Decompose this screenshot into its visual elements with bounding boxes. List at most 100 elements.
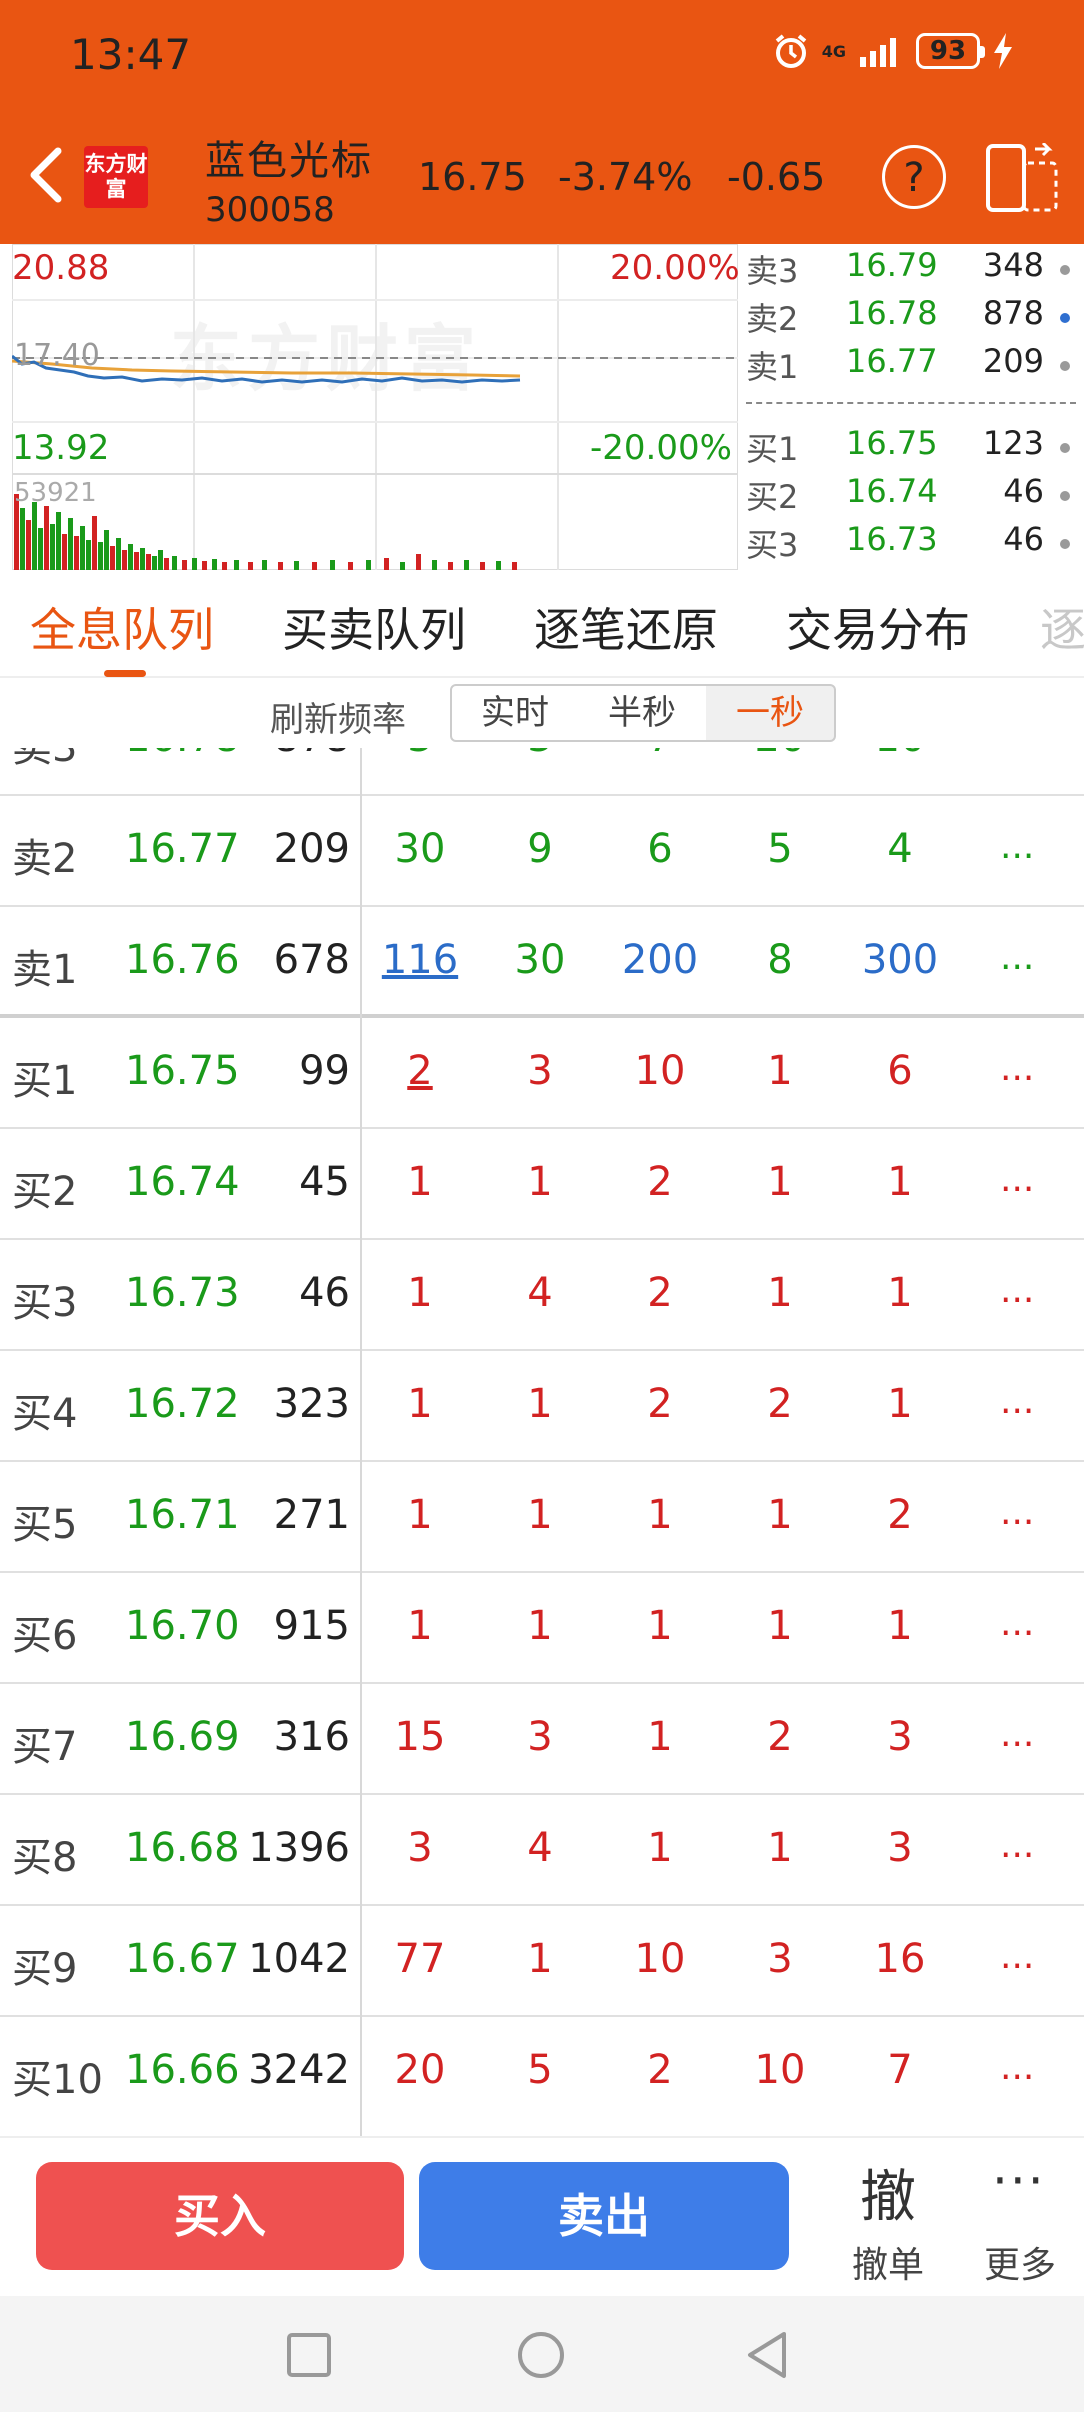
queue-order[interactable]: 1 — [720, 1270, 840, 1316]
queue-more[interactable]: ... — [1000, 1936, 1034, 1977]
queue-order[interactable]: 200 — [600, 937, 720, 983]
queue-more[interactable]: ... — [1000, 826, 1034, 867]
queue-order[interactable]: 7 — [840, 2047, 960, 2093]
queue-order[interactable]: 4 — [480, 1270, 600, 1316]
queue-order[interactable]: 8 — [720, 937, 840, 983]
queue-order[interactable]: 2 — [360, 1048, 480, 1094]
queue-row[interactable]: 买3 16.73 46 1 4 2 1 1 ... — [0, 1240, 1084, 1351]
queue-table[interactable]: 卖3 16.78 878 3 3 7 20 10 ... 卖2 16.77 20… — [0, 748, 1084, 2136]
queue-order[interactable]: 1 — [600, 1714, 720, 1760]
queue-order[interactable]: 5 — [480, 2047, 600, 2093]
queue-order[interactable]: 1 — [360, 1492, 480, 1538]
queue-order[interactable]: 1 — [360, 1270, 480, 1316]
queue-order[interactable]: 16 — [840, 1936, 960, 1982]
queue-order[interactable]: 1 — [720, 1825, 840, 1871]
queue-order[interactable]: 1 — [480, 1381, 600, 1427]
queue-more[interactable]: ... — [1000, 2047, 1034, 2088]
queue-order[interactable]: 3 — [480, 1048, 600, 1094]
queue-row[interactable]: 买4 16.72 323 1 1 2 2 1 ... — [0, 1351, 1084, 1462]
sell-button[interactable]: 卖出 — [419, 2162, 789, 2270]
recents-square-icon[interactable] — [286, 2332, 332, 2378]
queue-order[interactable]: 1 — [600, 1825, 720, 1871]
home-circle-icon[interactable] — [516, 2330, 566, 2380]
queue-order[interactable]: 1 — [720, 1603, 840, 1649]
help-icon[interactable]: ? — [882, 145, 946, 209]
queue-order[interactable]: 5 — [720, 826, 840, 872]
queue-more[interactable]: ... — [1000, 1048, 1034, 1089]
queue-order[interactable]: 4 — [480, 1825, 600, 1871]
queue-order[interactable]: 300 — [840, 937, 960, 983]
queue-order[interactable]: 1 — [360, 1159, 480, 1205]
queue-order[interactable]: 10 — [720, 2047, 840, 2093]
queue-more[interactable]: ... — [1000, 1714, 1034, 1755]
queue-order[interactable]: 116 — [360, 937, 480, 983]
queue-order[interactable]: 15 — [360, 1714, 480, 1760]
queue-order[interactable]: 2 — [600, 1270, 720, 1316]
queue-order[interactable]: 20 — [720, 748, 840, 761]
queue-more[interactable]: ... — [1000, 1825, 1034, 1866]
queue-order[interactable]: 2 — [600, 2047, 720, 2093]
queue-order[interactable]: 3 — [360, 748, 480, 761]
queue-order[interactable]: 4 — [840, 826, 960, 872]
tab-tick-replay[interactable]: 逐笔还原 — [534, 594, 718, 660]
queue-more[interactable]: ... — [1000, 1159, 1034, 1200]
queue-more[interactable]: ... — [1000, 937, 1034, 978]
tab-full-queue[interactable]: 全息队列 — [30, 594, 214, 660]
order-book-ask-row[interactable]: 卖1 16.77 209 — [746, 342, 1084, 388]
queue-order[interactable]: 1 — [840, 1270, 960, 1316]
queue-order[interactable]: 1 — [840, 1603, 960, 1649]
refresh-option-one-second[interactable]: 一秒 — [706, 684, 836, 742]
queue-order[interactable]: 6 — [600, 826, 720, 872]
queue-order[interactable]: 1 — [480, 1492, 600, 1538]
queue-more[interactable]: ... — [1000, 1603, 1034, 1644]
refresh-option-realtime[interactable]: 实时 — [450, 684, 580, 742]
queue-order[interactable]: 2 — [840, 1492, 960, 1538]
queue-order[interactable]: 1 — [480, 1603, 600, 1649]
queue-row[interactable]: 买8 16.68 1396 3 4 1 1 3 ... — [0, 1795, 1084, 1906]
order-book-bid-row[interactable]: 买3 16.73 46 — [746, 520, 1084, 566]
buy-button[interactable]: 买入 — [36, 2162, 404, 2270]
stock-name[interactable]: 蓝色光标 — [205, 128, 373, 186]
order-book-ask-row[interactable]: 卖2 16.78 878 — [746, 294, 1084, 340]
back-arrow-icon[interactable] — [22, 145, 72, 205]
queue-order[interactable]: 1 — [720, 1492, 840, 1538]
queue-order[interactable]: 3 — [480, 1714, 600, 1760]
tab-bid-ask-queue[interactable]: 买卖队列 — [282, 594, 466, 660]
queue-more[interactable]: ... — [1000, 1270, 1034, 1311]
queue-order[interactable]: 2 — [720, 1381, 840, 1427]
queue-order[interactable]: 3 — [840, 1714, 960, 1760]
queue-order[interactable]: 1 — [360, 1381, 480, 1427]
queue-order[interactable]: 1 — [840, 1159, 960, 1205]
order-book-bid-row[interactable]: 买2 16.74 46 — [746, 472, 1084, 518]
queue-order[interactable]: 10 — [600, 1936, 720, 1982]
refresh-option-half-second[interactable]: 半秒 — [578, 684, 708, 742]
queue-order[interactable]: 10 — [840, 748, 960, 761]
cancel-order-icon[interactable]: 撤 — [860, 2152, 916, 2233]
queue-order[interactable]: 1 — [720, 1159, 840, 1205]
more-label[interactable]: 更多 — [984, 2236, 1056, 2288]
queue-order[interactable]: 20 — [360, 2047, 480, 2093]
queue-order[interactable]: 1 — [360, 1603, 480, 1649]
queue-order[interactable]: 9 — [480, 826, 600, 872]
queue-order[interactable]: 30 — [480, 937, 600, 983]
queue-row[interactable]: 买5 16.71 271 1 1 1 1 2 ... — [0, 1462, 1084, 1573]
queue-row[interactable]: 买1 16.75 99 2 3 10 1 6 ... — [0, 1018, 1084, 1129]
queue-order[interactable]: 3 — [720, 1936, 840, 1982]
layout-switch-icon[interactable] — [985, 141, 1059, 213]
tab-overflow[interactable]: 逐 — [1040, 594, 1084, 660]
back-triangle-icon[interactable] — [744, 2330, 790, 2380]
queue-more[interactable]: ... — [1000, 1492, 1034, 1533]
queue-order[interactable]: 1 — [480, 1159, 600, 1205]
queue-order[interactable]: 2 — [720, 1714, 840, 1760]
queue-order[interactable]: 3 — [480, 748, 600, 761]
queue-order[interactable]: 1 — [840, 1381, 960, 1427]
queue-more[interactable]: ... — [1000, 1381, 1034, 1422]
queue-order[interactable]: 3 — [840, 1825, 960, 1871]
queue-order[interactable]: 3 — [360, 1825, 480, 1871]
queue-order[interactable]: 10 — [600, 1048, 720, 1094]
queue-order[interactable]: 1 — [600, 1603, 720, 1649]
queue-more[interactable]: ... — [1000, 748, 1034, 756]
queue-order[interactable]: 7 — [600, 748, 720, 761]
queue-row[interactable]: 卖3 16.78 878 3 3 7 20 10 ... — [0, 748, 1084, 796]
queue-row[interactable]: 卖1 16.76 678 116 30 200 8 300 ... — [0, 907, 1084, 1018]
